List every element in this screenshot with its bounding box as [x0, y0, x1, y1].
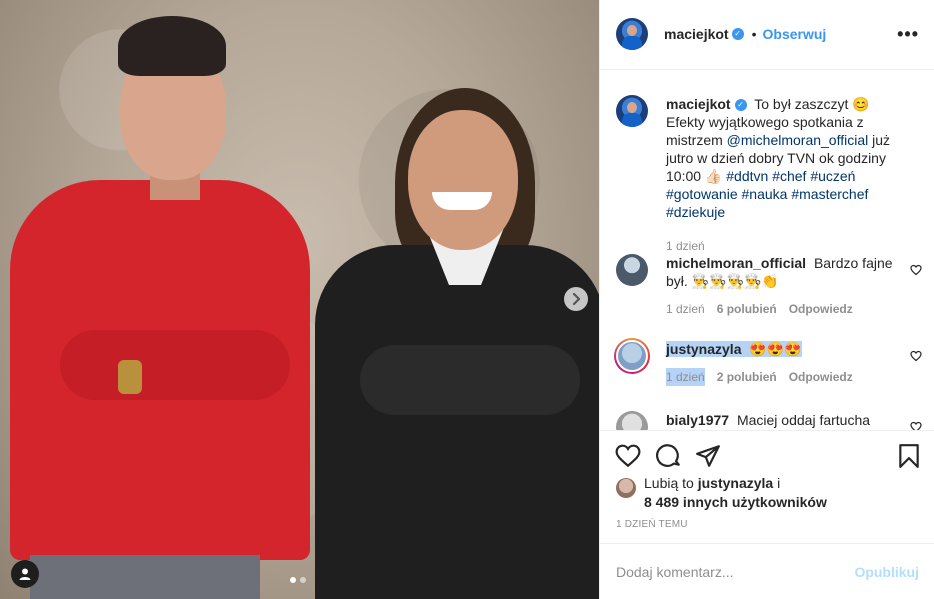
photo-person-left-hair — [118, 16, 226, 76]
comment-meta: 1 dzień 2 polubień Odpowiedz — [666, 368, 906, 386]
likes-summary: Lubią to justynazyla i 8 489 innych użyt… — [616, 474, 916, 512]
user-icon — [19, 568, 31, 580]
verified-icon: ✓ — [734, 99, 747, 112]
header-user: maciejkot ✓ • Obserwuj — [664, 26, 826, 42]
carousel-dot — [290, 577, 296, 583]
caption-meta: 1 dzień — [666, 237, 906, 255]
save-button[interactable] — [895, 442, 923, 470]
carousel-dot — [300, 577, 306, 583]
post-date[interactable]: 1 dzień temu — [616, 519, 688, 530]
publish-button[interactable]: Opublikuj — [854, 564, 919, 580]
header-username[interactable]: maciejkot — [664, 26, 729, 42]
reply-button[interactable]: Odpowiedz — [789, 300, 853, 318]
avatar[interactable] — [616, 478, 636, 498]
share-icon — [696, 445, 720, 467]
hashtag-link[interactable]: #nauka — [742, 186, 788, 202]
share-button[interactable] — [694, 442, 722, 470]
reply-button[interactable]: Odpowiedz — [789, 368, 853, 386]
tagged-users-button[interactable] — [11, 560, 39, 588]
photo-person-right-head — [408, 110, 518, 250]
comment-icon — [656, 444, 680, 467]
caption-body: maciejkot ✓ To był zaszczyt 😊 Efekty wyją… — [666, 95, 906, 255]
more-options-icon[interactable]: ••• — [897, 24, 919, 45]
comment-button[interactable] — [655, 442, 683, 470]
post-header: maciejkot ✓ • Obserwuj ••• — [600, 0, 934, 70]
heart-icon[interactable] — [910, 350, 922, 362]
hashtag-link[interactable]: #gotowanie — [666, 186, 738, 202]
comment-username[interactable]: justynazyla — [666, 341, 741, 357]
carousel-next-button[interactable] — [564, 287, 588, 311]
hashtag-link[interactable]: #masterchef — [791, 186, 868, 202]
carousel-dots — [290, 577, 306, 583]
likes-others-count[interactable]: 8 489 innych użytkowników — [644, 494, 827, 510]
comment-likes[interactable]: 6 polubień — [717, 300, 777, 318]
comment-input[interactable] — [616, 558, 846, 586]
avatar-shirt — [622, 113, 642, 127]
follow-button[interactable]: Obserwuj — [763, 26, 827, 42]
avatar[interactable] — [616, 18, 648, 50]
photo-person-right-arms — [360, 345, 580, 415]
hashtag-link[interactable]: #chef — [772, 168, 806, 184]
photo-person-right-body — [315, 245, 599, 599]
comment-text: Maciej oddaj fartucha — [736, 412, 871, 428]
caption-username[interactable]: maciejkot — [666, 96, 731, 112]
hashtag-link[interactable]: #dziekuje — [666, 204, 725, 220]
avatar[interactable] — [616, 254, 648, 286]
likes-user-link[interactable]: justynazyla — [698, 475, 773, 491]
comment-body: michelmoran_official Bardzo fajne był. 👨… — [666, 254, 906, 318]
likes-others[interactable]: 8 489 innych użytkowników — [616, 493, 916, 512]
avatar-shirt — [622, 36, 642, 50]
post-sidebar: maciejkot ✓ • Obserwuj ••• maciejkot ✓ To… — [599, 0, 934, 599]
comment-time[interactable]: 1 dzień — [666, 300, 705, 318]
hashtag-link[interactable]: #ddtvn — [726, 168, 768, 184]
comment-body: justynazyla 😍😍😍 1 dzień 2 polubień Odpow… — [666, 340, 906, 386]
comment-text: 😍😍😍 — [749, 341, 802, 357]
chevron-right-icon — [572, 293, 581, 305]
likes-prefix: Lubią to — [644, 475, 694, 491]
heart-icon — [615, 444, 641, 468]
photo-watch — [118, 360, 142, 394]
avatar[interactable] — [616, 340, 648, 372]
comment-username[interactable]: michelmoran_official — [666, 255, 806, 271]
likes-conj: i — [777, 475, 781, 491]
comment-likes[interactable]: 2 polubień — [717, 368, 777, 386]
comment-time[interactable]: 1 dzień — [666, 368, 705, 386]
comment-meta: 1 dzień 6 polubień Odpowiedz — [666, 300, 906, 318]
heart-icon[interactable] — [910, 264, 922, 276]
comments-list[interactable]: maciejkot ✓ To był zaszczyt 😊 Efekty wyją… — [600, 71, 934, 430]
photo-person-left-pants — [30, 555, 260, 599]
avatar[interactable] — [616, 411, 648, 430]
action-bar — [600, 430, 934, 478]
caption-mention-link[interactable]: @michelmoran_official — [727, 132, 869, 148]
photo-person-right-smile — [432, 192, 492, 210]
avatar-face — [627, 25, 637, 36]
comment-body: bialy1977 Maciej oddaj fartucha — [666, 411, 906, 429]
add-comment-bar: Opublikuj — [600, 543, 934, 599]
header-separator: • — [751, 26, 757, 42]
hashtag-link[interactable]: #uczeń — [810, 168, 855, 184]
verified-icon: ✓ — [731, 28, 744, 40]
photo-person-left-arms — [60, 330, 290, 400]
like-button[interactable] — [614, 442, 642, 470]
comment-username[interactable]: bialy1977 — [666, 412, 729, 428]
post-photo[interactable] — [0, 0, 599, 599]
caption-time[interactable]: 1 dzień — [666, 237, 705, 255]
avatar-face — [627, 102, 637, 113]
avatar[interactable] — [616, 95, 648, 127]
likes-text: Lubią to justynazyla i — [616, 474, 916, 493]
bookmark-icon — [899, 444, 919, 468]
heart-icon[interactable] — [910, 421, 922, 430]
